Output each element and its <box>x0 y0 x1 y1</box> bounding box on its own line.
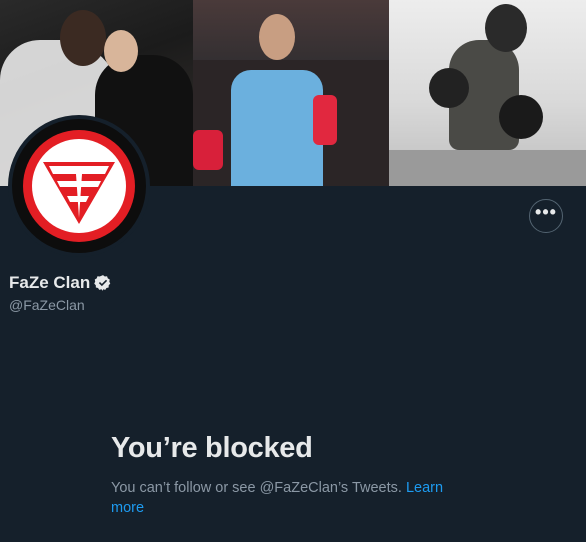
blocked-message: You can’t follow or see @FaZeClan’s Twee… <box>111 478 471 518</box>
profile-handle: @FaZeClan <box>9 297 85 313</box>
verified-badge-icon <box>94 275 111 291</box>
banner-photo-2 <box>193 0 389 186</box>
more-options-button[interactable]: ••• <box>529 199 563 233</box>
banner-photo-3 <box>389 0 586 186</box>
faze-logo-icon <box>12 119 146 253</box>
blocked-message-text: You can’t follow or see @FaZeClan’s Twee… <box>111 480 402 496</box>
blocked-heading: You’re blocked <box>111 432 313 464</box>
more-horizontal-icon: ••• <box>535 202 557 222</box>
profile-avatar[interactable] <box>8 115 150 257</box>
display-name: FaZe Clan <box>9 273 91 292</box>
profile-name-row: FaZe Clan <box>9 273 112 293</box>
